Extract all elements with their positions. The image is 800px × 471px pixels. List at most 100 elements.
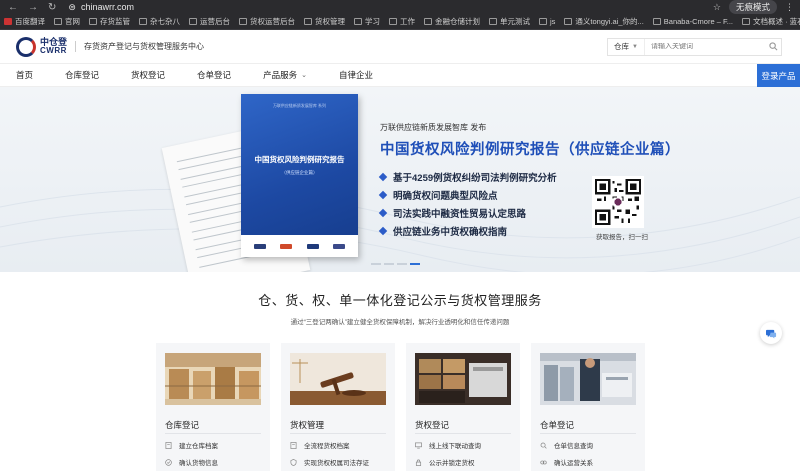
card-title: 仓库登记 <box>165 420 200 430</box>
card-title: 仓单登记 <box>540 420 575 430</box>
section-title: 仓、货、权、单一体化登记公示与货权管理服务 <box>258 293 542 308</box>
bookmark-label: Banaba-Cmore – F... <box>663 17 733 26</box>
feature-text: 实现货权权属司法存证 <box>304 460 369 467</box>
link-icon <box>540 460 547 464</box>
carousel-dot[interactable] <box>371 263 381 265</box>
card-feature: 确认货物信息 <box>165 457 218 467</box>
logo-text: 中仓登 CWRR <box>40 38 67 55</box>
bookmark-item[interactable]: 文档概述 · 蓝石开放... <box>741 16 800 27</box>
carousel-dot[interactable] <box>384 263 394 265</box>
forward-icon[interactable]: → <box>28 2 38 13</box>
card-feature: 确认运营关系 <box>540 457 593 467</box>
feature-text: 公示并锁定货权 <box>429 460 475 467</box>
logo-mark-icon <box>16 36 36 57</box>
nav-label: 仓单登记 <box>197 70 232 80</box>
nav-receipt-register[interactable]: 仓单登记 <box>181 69 247 81</box>
chat-button[interactable] <box>760 322 782 344</box>
bookmark-item[interactable]: 百度翻译 <box>4 16 45 27</box>
nav-home[interactable]: 首页 <box>0 69 49 81</box>
carousel-dot[interactable] <box>397 263 407 265</box>
nav-warehouse-register[interactable]: 仓库登记 <box>49 69 115 81</box>
folder-icon <box>489 18 497 25</box>
book-series: 万联供应链新质发展智库 系列 <box>272 103 327 108</box>
card-divider <box>290 433 386 434</box>
incognito-badge[interactable]: 无痕模式 <box>728 0 777 14</box>
browser-actions: ☆ 无痕模式 ⋮ <box>713 0 800 14</box>
folder-icon <box>539 18 547 25</box>
hero-banner[interactable]: 万联供应链新质发展智库 系列 中国货权风险判例研究报告 （供应链企业篇） 万联供… <box>0 87 800 272</box>
diamond-icon <box>378 226 388 236</box>
gavel-image <box>290 353 386 405</box>
search-document-icon <box>540 442 547 449</box>
menu-icon[interactable]: ⋮ <box>785 2 794 13</box>
bookmark-item[interactable]: 工作 <box>389 16 415 27</box>
search-icon[interactable] <box>765 39 781 55</box>
search-scope-label: 仓库 <box>614 42 629 51</box>
nav-self-discipline[interactable]: 自律企业 <box>323 69 389 81</box>
bookmark-label: js <box>550 17 556 26</box>
feature-text: 仓单信息查询 <box>554 443 593 450</box>
card-goods-management[interactable]: 货权管理 全流程货权档案 实现货权权属司法存证 <box>281 343 395 471</box>
search-scope-select[interactable]: 仓库 ▼ <box>608 38 645 55</box>
feature-text: 确认运营关系 <box>554 460 593 467</box>
card-feature: 建立仓库档案 <box>165 440 218 450</box>
sponsor-logo <box>280 243 293 249</box>
boxes-image <box>415 353 511 405</box>
bookmark-item[interactable]: 通义tongyi.ai_你的... <box>564 16 644 27</box>
diamond-icon <box>378 172 388 182</box>
card-goods-register[interactable]: 货权登记 线上线下联动查询 公示并锁定货权 <box>406 343 520 471</box>
bookmark-label: 金融仓储计划 <box>435 17 480 26</box>
bookmark-item[interactable]: 金融仓储计划 <box>424 16 480 27</box>
nav-label: 货权登记 <box>131 70 166 80</box>
login-button[interactable]: 登录产品 <box>757 64 800 88</box>
bookmark-item[interactable]: Banaba-Cmore – F... <box>652 17 733 26</box>
bookmark-item[interactable]: 运营后台 <box>189 16 230 27</box>
feature-text: 确认货物信息 <box>179 460 218 467</box>
bookmark-label: 货权运营后台 <box>250 17 295 26</box>
chat-icon <box>765 329 776 339</box>
shield-icon <box>290 458 297 466</box>
chevron-down-icon: ⌄ <box>301 72 307 79</box>
bookmark-label: 官网 <box>65 17 80 26</box>
search-input[interactable] <box>644 43 765 50</box>
card-feature: 仓单信息查询 <box>540 440 593 450</box>
folder-icon <box>424 18 432 25</box>
bookmark-item[interactable]: js <box>539 17 555 26</box>
card-divider <box>540 433 636 434</box>
folder-icon <box>354 18 362 25</box>
banner-bullet: 明确货权问题典型风险点 <box>378 186 557 204</box>
nav-label: 自律企业 <box>338 70 373 80</box>
warehouse-worker-image <box>540 353 636 405</box>
bookmark-item[interactable]: 官网 <box>54 16 80 27</box>
nav-products[interactable]: 产品服务 ⌄ <box>247 69 323 81</box>
browser-address-bar: ← → ↻ ⊜ chinawrr.com ☆ 无痕模式 ⋮ <box>0 0 800 14</box>
site-logo[interactable]: 中仓登 CWRR <box>16 36 67 57</box>
star-icon[interactable]: ☆ <box>713 2 721 13</box>
folder-icon <box>54 18 62 25</box>
bookmark-item[interactable]: 货权运营后台 <box>239 16 295 27</box>
monitor-icon <box>415 442 422 448</box>
bookmark-item[interactable]: 货权管理 <box>304 16 345 27</box>
nav-goods-register[interactable]: 货权登记 <box>115 69 181 81</box>
bookmark-item[interactable]: 单元测试 <box>489 16 530 27</box>
site-tagline: 存货资产登记与货权管理服务中心 <box>75 41 204 52</box>
folder-icon <box>139 18 147 25</box>
search-box: 仓库 ▼ <box>607 37 782 56</box>
reload-icon[interactable]: ↻ <box>48 2 56 13</box>
main-nav: 首页 仓库登记 货权登记 仓单登记 产品服务 ⌄ 自律企业 登录产品 <box>0 63 800 88</box>
site-info-icon[interactable]: ⊜ <box>68 2 76 13</box>
nav-label: 产品服务 <box>263 70 298 80</box>
back-icon[interactable]: ← <box>8 2 18 13</box>
url-field[interactable]: ⊜ chinawrr.com <box>68 2 134 13</box>
qr-caption: 获取报告，扫一扫 <box>596 234 648 241</box>
card-warehouse[interactable]: 仓库登记 建立仓库档案 确认货物信息 <box>156 343 270 471</box>
service-cards: 仓库登记 建立仓库档案 确认货物信息 货权管理 全流程货权档案 实现货权权属司法… <box>156 343 646 471</box>
carousel-dot-active[interactable] <box>410 263 420 265</box>
bookmark-item[interactable]: 杂七杂八 <box>139 16 180 27</box>
bookmark-item[interactable]: 存货监管 <box>89 16 130 27</box>
card-receipt-register[interactable]: 仓单登记 仓单信息查询 确认运营关系 <box>531 343 645 471</box>
bullet-text: 明确货权问题典型风险点 <box>393 191 498 202</box>
bookmark-favicon <box>4 18 12 25</box>
bookmark-item[interactable]: 学习 <box>354 16 380 27</box>
book-sponsor-logos <box>241 235 358 257</box>
